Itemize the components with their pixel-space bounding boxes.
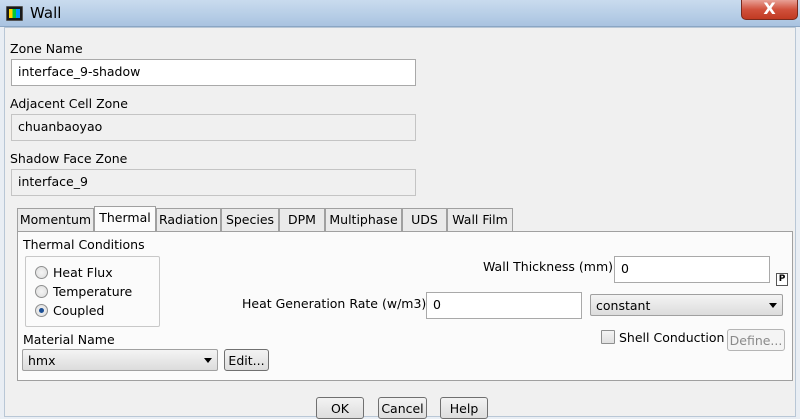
- define-button[interactable]: Define...: [727, 329, 785, 351]
- zone-name-input[interactable]: interface_9-shadow: [11, 59, 416, 86]
- tab-thermal[interactable]: Thermal: [94, 206, 156, 232]
- radio-button-selected[interactable]: [35, 303, 48, 317]
- material-value: hmx: [28, 353, 56, 368]
- tab-wall-film[interactable]: Wall Film: [447, 208, 513, 231]
- tab-radiation[interactable]: Radiation: [156, 208, 221, 231]
- app-icon: [6, 6, 23, 21]
- heat-generation-method-value: constant: [596, 298, 651, 313]
- dialog-body: Zone Name interface_9-shadow Adjacent Ce…: [4, 27, 796, 419]
- material-edit-button[interactable]: Edit...: [224, 349, 269, 371]
- chevron-down-icon: [769, 303, 777, 308]
- thermal-panel: Thermal Conditions Heat Flux Temperature…: [17, 231, 793, 381]
- help-button[interactable]: Help: [440, 397, 488, 419]
- ok-button[interactable]: OK: [316, 397, 364, 419]
- adjacent-cell-zone-label: Adjacent Cell Zone: [10, 96, 128, 111]
- material-name-label: Material Name: [23, 332, 115, 347]
- close-button[interactable]: X: [741, 0, 798, 20]
- chevron-down-icon: [204, 358, 212, 363]
- heat-generation-method-select[interactable]: constant: [590, 294, 783, 316]
- radio-temperature[interactable]: Temperature: [35, 282, 132, 300]
- radio-coupled[interactable]: Coupled: [35, 301, 104, 319]
- tab-momentum[interactable]: Momentum: [17, 208, 94, 231]
- material-select[interactable]: hmx: [22, 349, 218, 371]
- shell-conduction-label: Shell Conduction: [619, 330, 725, 345]
- parameter-icon[interactable]: P: [776, 273, 788, 286]
- tab-species[interactable]: Species: [221, 208, 279, 231]
- heat-generation-label: Heat Generation Rate (w/m3): [242, 296, 427, 311]
- radio-heat-flux[interactable]: Heat Flux: [35, 263, 113, 281]
- wall-thickness-input[interactable]: 0: [614, 256, 770, 283]
- tab-multiphase[interactable]: Multiphase: [325, 208, 402, 231]
- heat-generation-input[interactable]: 0: [426, 292, 582, 319]
- heat-flux-label: Heat Flux: [53, 264, 113, 280]
- radio-button[interactable]: [35, 284, 48, 298]
- radio-button[interactable]: [35, 265, 48, 279]
- wall-dialog: Wall X Zone Name interface_9-shadow Adja…: [0, 0, 800, 419]
- adjacent-cell-zone-field: chuanbaoyao: [11, 114, 416, 141]
- temperature-label: Temperature: [53, 283, 133, 299]
- title-bar: Wall X: [0, 0, 800, 27]
- tab-dpm[interactable]: DPM: [279, 208, 325, 231]
- thermal-conditions-group: Heat Flux Temperature Coupled: [25, 256, 160, 327]
- shadow-face-zone-field: interface_9: [11, 169, 416, 196]
- tab-uds[interactable]: UDS: [402, 208, 447, 231]
- coupled-label: Coupled: [53, 302, 105, 318]
- shell-conduction-checkbox[interactable]: [601, 330, 615, 344]
- wall-thickness-label: Wall Thickness (mm): [483, 259, 613, 274]
- window-title: Wall: [30, 4, 62, 22]
- cancel-button[interactable]: Cancel: [378, 397, 427, 419]
- thermal-conditions-label: Thermal Conditions: [23, 237, 145, 252]
- shadow-face-zone-label: Shadow Face Zone: [10, 151, 128, 166]
- zone-name-label: Zone Name: [10, 41, 83, 56]
